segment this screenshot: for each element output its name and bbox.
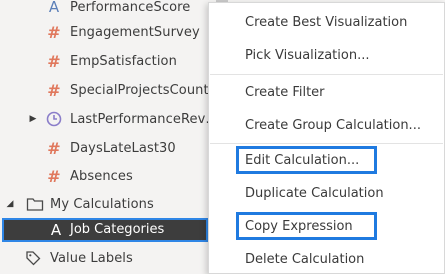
tree-item-performance-score[interactable]: A PerformanceScore <box>0 0 215 19</box>
tree-item-label: Value Labels <box>50 250 133 266</box>
tree-item-last-performance-review[interactable]: ▶ LastPerformanceRev… <box>0 107 219 131</box>
number-type-icon: # <box>47 51 61 71</box>
folder-icon <box>26 198 44 211</box>
menu-separator <box>210 143 443 144</box>
number-type-icon: # <box>47 80 61 100</box>
tree-item-value-labels[interactable]: Value Labels <box>0 246 215 270</box>
number-type-icon: # <box>47 166 61 186</box>
expand-arrow-icon[interactable]: ▶ <box>28 114 38 124</box>
folder-label: My Calculations <box>50 196 154 212</box>
tag-icon <box>26 251 41 266</box>
tree-item-label: LastPerformanceRev… <box>70 111 219 127</box>
tree-item-label: PerformanceScore <box>70 0 191 15</box>
tree-item-label: Job Categories <box>70 222 165 237</box>
menu-item-pick-visualization[interactable]: Pick Visualization... <box>245 45 369 65</box>
data-panel-tree: A PerformanceScore # EngagementSurvey # … <box>0 0 219 274</box>
tree-item-label: EmpSatisfaction <box>70 53 177 69</box>
highlight-box-copy-expression <box>236 212 377 240</box>
tree-item-label: Absences <box>70 168 133 184</box>
menu-item-duplicate-calculation[interactable]: Duplicate Calculation <box>245 183 384 203</box>
tree-item-label: DaysLateLast30 <box>70 140 176 156</box>
tree-item-job-categories[interactable]: A Job Categories <box>2 218 208 242</box>
tree-item-engagement-survey[interactable]: # EngagementSurvey <box>0 20 215 44</box>
number-type-icon: # <box>47 138 61 158</box>
tree-item-absences[interactable]: # Absences <box>0 164 215 188</box>
date-type-icon <box>46 111 62 127</box>
menu-item-create-filter[interactable]: Create Filter <box>245 82 325 102</box>
text-type-icon: A <box>48 0 60 16</box>
tree-item-label: SpecialProjectsCount <box>70 82 209 98</box>
context-menu: Create Best Visualization Pick Visualiza… <box>208 2 445 274</box>
tree-item-days-late-last-30[interactable]: # DaysLateLast30 <box>0 136 215 160</box>
tree-folder-my-calculations[interactable]: ◢ My Calculations <box>0 192 215 216</box>
text-type-icon: A <box>50 221 62 239</box>
menu-item-create-best-visualization[interactable]: Create Best Visualization <box>245 12 407 32</box>
tree-item-special-projects-count[interactable]: # SpecialProjectsCount <box>0 78 215 102</box>
menu-item-delete-calculation[interactable]: Delete Calculation <box>245 249 364 269</box>
tree-item-emp-satisfaction[interactable]: # EmpSatisfaction <box>0 49 215 73</box>
number-type-icon: # <box>47 22 61 42</box>
highlight-box-edit-calculation <box>236 146 377 174</box>
collapse-arrow-icon[interactable]: ◢ <box>5 199 15 209</box>
menu-item-create-group-calculation[interactable]: Create Group Calculation... <box>245 115 421 135</box>
menu-separator <box>210 74 443 75</box>
tree-item-label: EngagementSurvey <box>70 24 200 40</box>
